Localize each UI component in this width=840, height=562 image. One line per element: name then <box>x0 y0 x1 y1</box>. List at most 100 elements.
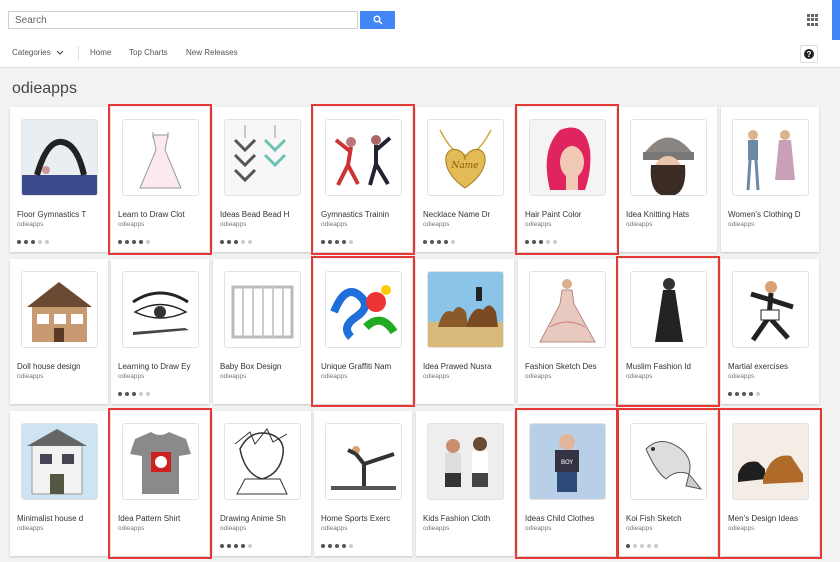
search-input[interactable]: Search <box>8 11 358 29</box>
women-figures-thumbnail[interactable] <box>732 119 809 196</box>
fashion-gown-thumbnail[interactable] <box>529 271 606 348</box>
graffiti-thumbnail[interactable] <box>325 271 402 348</box>
app-developer[interactable]: odieapps <box>525 373 551 380</box>
app-developer[interactable]: odieapps <box>728 221 754 228</box>
app-card[interactable]: Fashion Sketch Des odieapps <box>518 259 616 404</box>
app-developer[interactable]: odieapps <box>17 525 43 532</box>
app-card[interactable]: BOY Ideas Child Clothes odieapps <box>515 408 619 559</box>
app-card[interactable]: Name Necklace Name Dr odieapps <box>416 107 514 252</box>
app-developer[interactable]: odieapps <box>118 373 144 380</box>
knit-hat-thumbnail[interactable] <box>630 119 707 196</box>
app-title[interactable]: Learn to Draw Clot <box>118 210 204 219</box>
app-developer[interactable]: odieapps <box>321 221 347 228</box>
app-developer[interactable]: odieapps <box>626 373 652 380</box>
app-card[interactable]: Minimalist house d odieapps <box>10 411 108 556</box>
app-developer[interactable]: odieapps <box>321 525 347 532</box>
app-title[interactable]: Kids Fashion Cloth <box>423 514 509 523</box>
app-title[interactable]: Gymnastics Trainin <box>321 210 407 219</box>
app-title[interactable]: Minimalist house d <box>17 514 103 523</box>
camels-thumbnail[interactable] <box>427 271 504 348</box>
app-title[interactable]: Baby Box Design <box>220 362 306 371</box>
gymnast-bridge-thumbnail[interactable] <box>21 119 98 196</box>
app-card[interactable]: Home Sports Exerc odieapps <box>314 411 412 556</box>
app-title[interactable]: Men's Design Ideas <box>728 514 814 523</box>
app-developer[interactable]: odieapps <box>626 525 652 532</box>
app-card[interactable]: Muslim Fashion Id odieapps <box>616 256 720 407</box>
app-title[interactable]: Idea Prawed Nusra <box>423 362 509 371</box>
kids-photo-thumbnail[interactable] <box>427 423 504 500</box>
app-developer[interactable]: odieapps <box>423 373 449 380</box>
doll-house-thumbnail[interactable] <box>21 271 98 348</box>
app-developer[interactable]: odieapps <box>626 221 652 228</box>
app-card[interactable]: Doll house design odieapps <box>10 259 108 404</box>
app-title[interactable]: Learning to Draw Ey <box>118 362 204 371</box>
app-developer[interactable]: odieapps <box>728 525 754 532</box>
app-developer[interactable]: odieapps <box>17 221 43 228</box>
help-button[interactable]: ? <box>800 45 818 63</box>
yoga-pose-thumbnail[interactable] <box>325 423 402 500</box>
app-developer[interactable]: odieapps <box>423 525 449 532</box>
baby-crib-thumbnail[interactable] <box>224 271 301 348</box>
dress-sketch-thumbnail[interactable] <box>122 119 199 196</box>
bead-pattern-thumbnail[interactable] <box>224 119 301 196</box>
app-developer[interactable]: odieapps <box>525 221 551 228</box>
nav-top-charts[interactable]: Top Charts <box>129 48 168 57</box>
app-card[interactable]: Ideas Bead Bead H odieapps <box>213 107 311 252</box>
house-thumbnail[interactable] <box>21 423 98 500</box>
app-title[interactable]: Martial exercises <box>728 362 814 371</box>
gold-necklace-thumbnail[interactable]: Name <box>427 119 504 196</box>
nav-home[interactable]: Home <box>90 48 111 57</box>
app-title[interactable]: Home Sports Exerc <box>321 514 407 523</box>
app-card[interactable]: Floor Gymnastics T odieapps <box>10 107 108 252</box>
app-developer[interactable]: odieapps <box>17 373 43 380</box>
app-developer[interactable]: odieapps <box>220 525 246 532</box>
app-card[interactable]: Idea Pattern Shirt odieapps <box>108 408 212 559</box>
app-card[interactable]: Idea Prawed Nusra odieapps <box>416 259 514 404</box>
app-card[interactable]: Learning to Draw Ey odieapps <box>111 259 209 404</box>
pink-hair-thumbnail[interactable] <box>529 119 606 196</box>
app-title[interactable]: Floor Gymnastics T <box>17 210 103 219</box>
app-title[interactable]: Women's Clothing D <box>728 210 814 219</box>
app-card[interactable]: Hair Paint Color odieapps <box>515 104 619 255</box>
app-title[interactable]: Drawing Anime Sh <box>220 514 306 523</box>
app-card[interactable]: Koi Fish Sketch odieapps <box>616 408 720 559</box>
app-title[interactable]: Hair Paint Color <box>525 210 611 219</box>
app-title[interactable]: Necklace Name Dr <box>423 210 509 219</box>
app-card[interactable]: Gymnastics Trainin odieapps <box>311 104 415 255</box>
app-developer[interactable]: odieapps <box>118 525 144 532</box>
app-card[interactable]: Learn to Draw Clot odieapps <box>108 104 212 255</box>
app-title[interactable]: Koi Fish Sketch <box>626 514 712 523</box>
app-developer[interactable]: odieapps <box>321 373 347 380</box>
search-button[interactable] <box>360 11 395 29</box>
app-card[interactable]: Idea Knitting Hats odieapps <box>619 107 717 252</box>
app-developer[interactable]: odieapps <box>118 221 144 228</box>
anime-sketch-thumbnail[interactable] <box>224 423 301 500</box>
app-title[interactable]: Unique Graffiti Nam <box>321 362 407 371</box>
app-developer[interactable]: odieapps <box>728 373 754 380</box>
app-developer[interactable]: odieapps <box>220 373 246 380</box>
abaya-thumbnail[interactable] <box>630 271 707 348</box>
categories-dropdown[interactable]: Categories <box>12 48 64 57</box>
mens-shoes-thumbnail[interactable] <box>732 423 809 500</box>
app-card[interactable]: Martial exercises odieapps <box>721 259 819 404</box>
app-card[interactable]: Drawing Anime Sh odieapps <box>213 411 311 556</box>
apps-grid-icon[interactable] <box>807 14 819 26</box>
child-boy-thumbnail[interactable]: BOY <box>529 423 606 500</box>
app-title[interactable]: Doll house design <box>17 362 103 371</box>
app-card[interactable]: Men's Design Ideas odieapps <box>718 408 822 559</box>
app-card[interactable]: Kids Fashion Cloth odieapps <box>416 411 514 556</box>
app-title[interactable]: Idea Pattern Shirt <box>118 514 204 523</box>
app-developer[interactable]: odieapps <box>220 221 246 228</box>
app-developer[interactable]: odieapps <box>423 221 449 228</box>
app-card[interactable]: Women's Clothing D odieapps <box>721 107 819 252</box>
app-developer[interactable]: odieapps <box>525 525 551 532</box>
nav-new-releases[interactable]: New Releases <box>186 48 238 57</box>
eye-drawing-thumbnail[interactable] <box>122 271 199 348</box>
app-card[interactable]: Unique Graffiti Nam odieapps <box>311 256 415 407</box>
app-title[interactable]: Ideas Bead Bead H <box>220 210 306 219</box>
martial-artist-thumbnail[interactable] <box>732 271 809 348</box>
app-title[interactable]: Ideas Child Clothes <box>525 514 611 523</box>
app-card[interactable]: Baby Box Design odieapps <box>213 259 311 404</box>
gymnasts-pair-thumbnail[interactable] <box>325 119 402 196</box>
app-title[interactable]: Muslim Fashion Id <box>626 362 712 371</box>
